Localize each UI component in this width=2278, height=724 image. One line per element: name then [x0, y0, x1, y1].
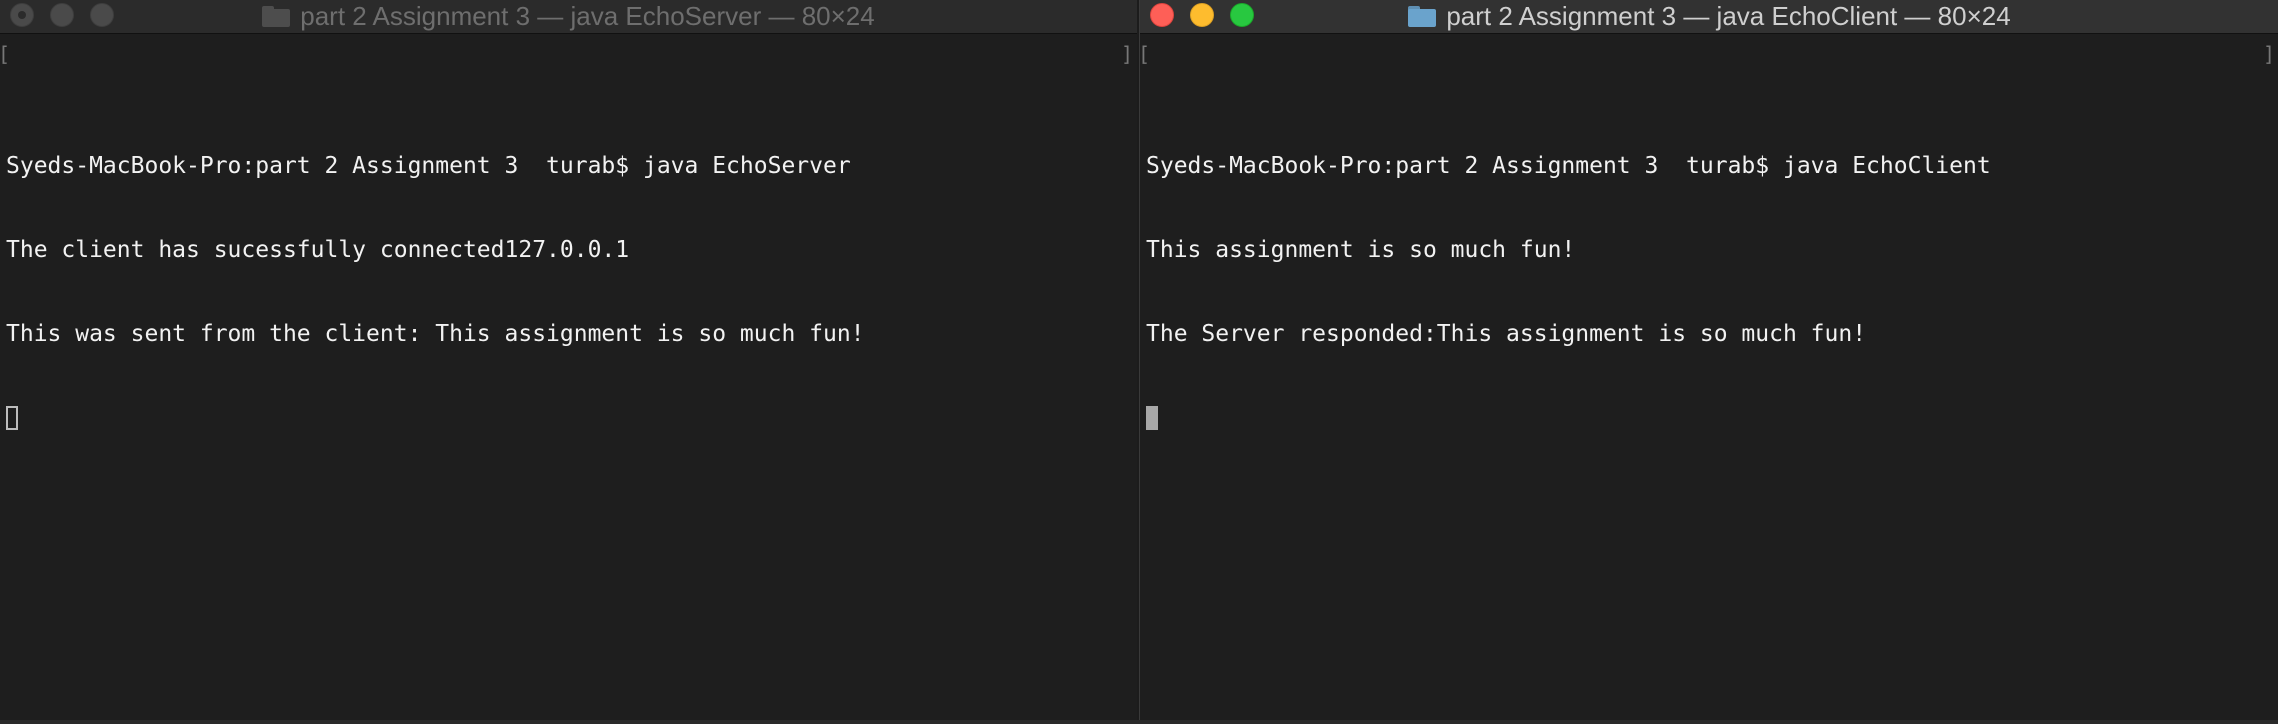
- terminal-line-prompt: Syeds-MacBook-Pro:part 2 Assignment 3 tu…: [1146, 153, 1991, 179]
- terminal-line: The Server responded:This assignment is …: [1146, 321, 1867, 347]
- terminal-line-prompt: Syeds-MacBook-Pro:part 2 Assignment 3 tu…: [6, 153, 851, 179]
- window-title-container: part 2 Assignment 3 — java EchoClient — …: [1140, 0, 2278, 33]
- terminal-output[interactable]: [ ] Syeds-MacBook-Pro:part 2 Assignment …: [1140, 34, 2278, 488]
- client-terminal-window[interactable]: part 2 Assignment 3 — java EchoClient — …: [1139, 0, 2278, 720]
- window-bottom-edge: [0, 720, 2278, 724]
- server-titlebar[interactable]: part 2 Assignment 3 — java EchoServer — …: [0, 0, 1137, 34]
- cursor-line: [6, 404, 1137, 432]
- scroll-marker-right: ]: [1120, 42, 1133, 66]
- terminal-line: The client has sucessfully connected127.…: [6, 237, 630, 263]
- folder-icon: [1408, 6, 1437, 27]
- terminal-line: This assignment is so much fun!: [1146, 237, 1576, 263]
- client-titlebar[interactable]: part 2 Assignment 3 — java EchoClient — …: [1140, 0, 2278, 34]
- terminal-output[interactable]: [ ] Syeds-MacBook-Pro:part 2 Assignment …: [0, 34, 1137, 488]
- terminal-line: This was sent from the client: This assi…: [6, 321, 865, 347]
- text-cursor: [1146, 406, 1158, 430]
- folder-icon: [262, 6, 291, 27]
- desktop: part 2 Assignment 3 — java EchoServer — …: [0, 0, 2278, 724]
- scroll-marker-left: [: [1139, 42, 1151, 66]
- scroll-marker-left: [: [0, 40, 10, 68]
- window-title: part 2 Assignment 3 — java EchoClient — …: [1446, 1, 2011, 31]
- window-title-container: part 2 Assignment 3 — java EchoServer — …: [0, 0, 1137, 33]
- cursor-line: [1146, 404, 2278, 432]
- scroll-marker-right: ]: [2262, 42, 2275, 66]
- window-title: part 2 Assignment 3 — java EchoServer — …: [300, 1, 875, 31]
- text-cursor: [6, 406, 18, 430]
- server-terminal-window[interactable]: part 2 Assignment 3 — java EchoServer — …: [0, 0, 1137, 720]
